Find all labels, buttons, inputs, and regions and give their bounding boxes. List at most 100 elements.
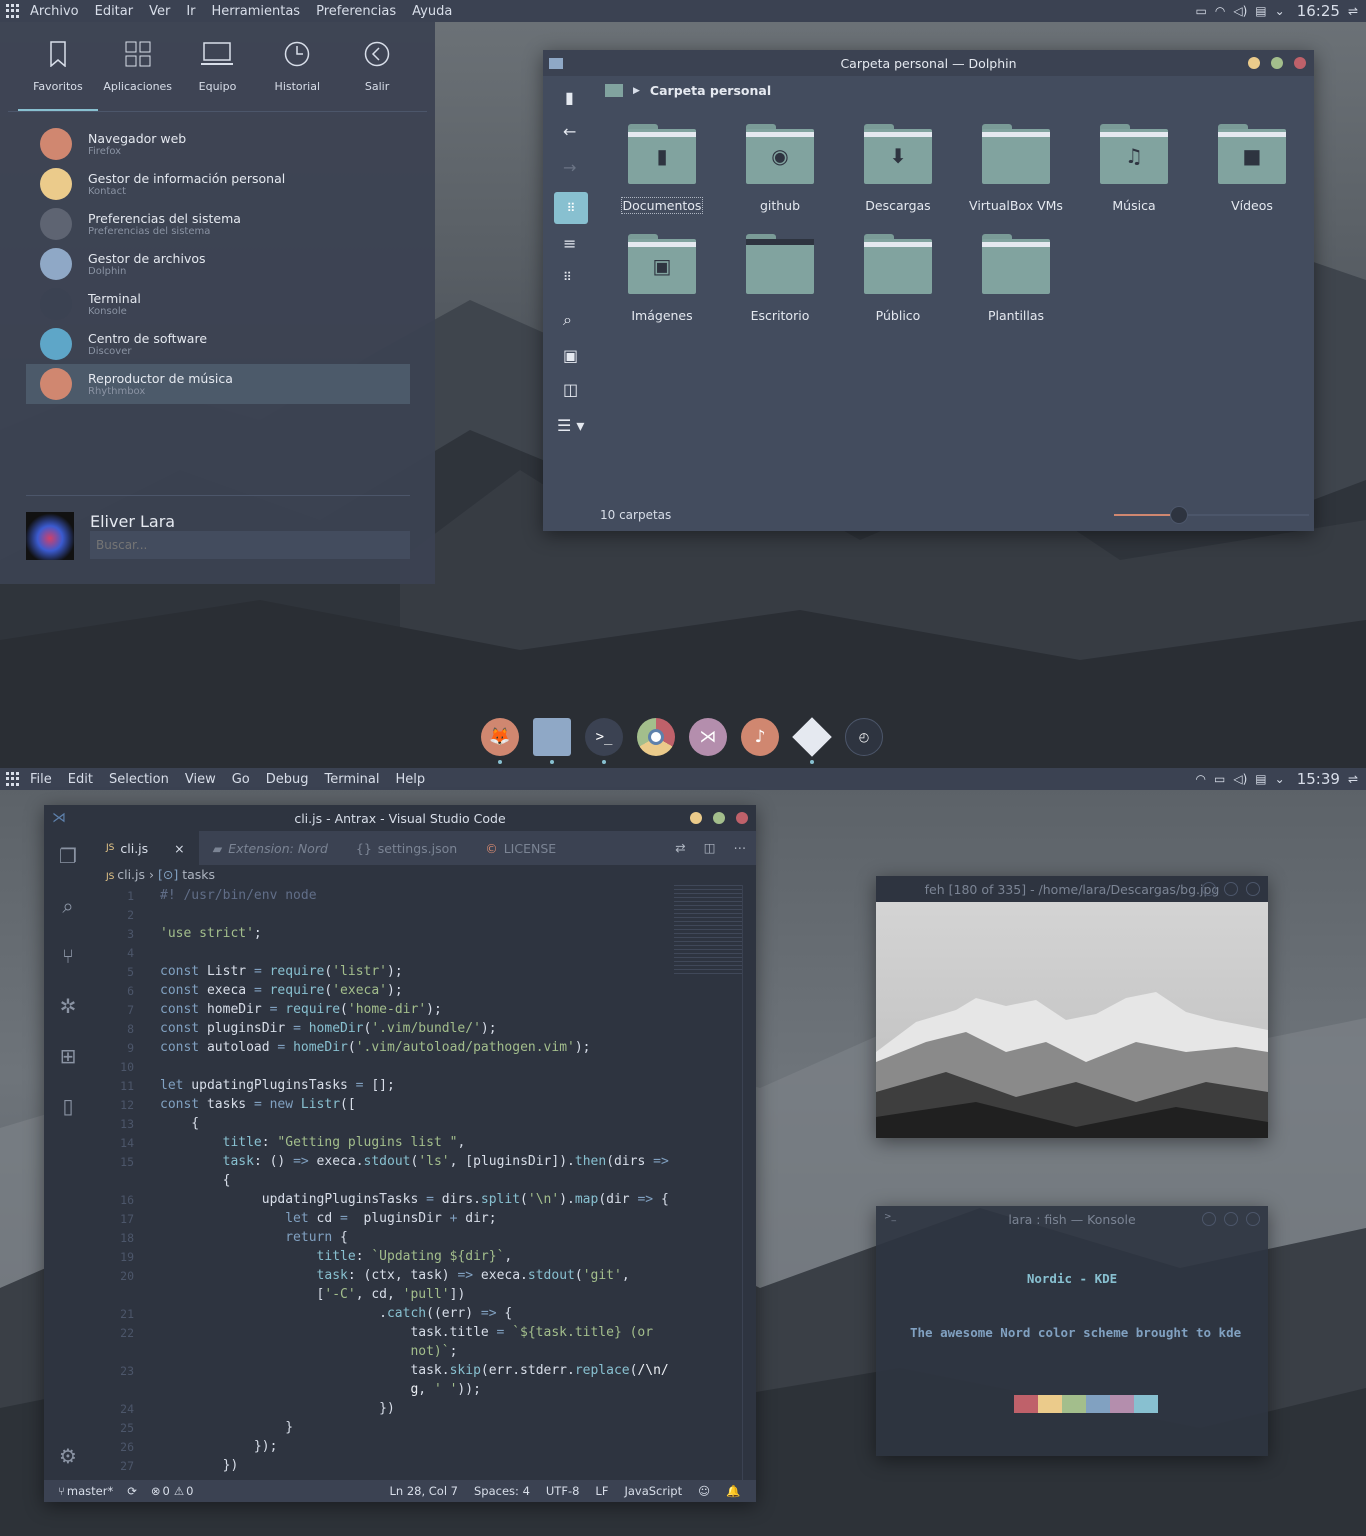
explorer-icon[interactable]: ❐ xyxy=(44,831,92,881)
error-count[interactable]: 0 xyxy=(163,1484,170,1498)
close-button[interactable] xyxy=(1246,1212,1260,1226)
launcher-search-input[interactable] xyxy=(90,531,410,559)
bookmark-icon[interactable]: ▮ xyxy=(565,88,574,107)
app-grid-icon[interactable] xyxy=(6,772,20,786)
split-view-icon[interactable]: ◫ xyxy=(563,380,578,399)
back-icon[interactable]: ← xyxy=(563,122,576,141)
menu-go[interactable]: Go xyxy=(232,772,250,787)
minimap[interactable] xyxy=(674,885,742,975)
tab-license[interactable]: © LICENSE xyxy=(471,831,570,865)
feedback-icon[interactable]: ☺ xyxy=(698,1484,710,1498)
dock-firefox-icon[interactable]: 🦊 xyxy=(481,718,519,764)
folder-item[interactable]: ▮ Documentos xyxy=(603,124,721,214)
tab-historial[interactable]: Historial xyxy=(257,38,337,111)
menu-ver[interactable]: Ver xyxy=(149,4,170,19)
cursor-position[interactable]: Ln 28, Col 7 xyxy=(389,1484,458,1498)
bell-icon[interactable]: 🔔 xyxy=(726,1484,740,1498)
folder-item[interactable]: VirtualBox VMs xyxy=(957,124,1075,213)
clipboard-icon[interactable]: ▤ xyxy=(1255,772,1266,786)
menu-file[interactable]: File xyxy=(30,772,52,787)
tab-cli-js[interactable]: JS cli.js × xyxy=(92,831,199,865)
menu-preferencias[interactable]: Preferencias xyxy=(316,4,396,19)
debug-icon[interactable]: ✲ xyxy=(44,981,92,1031)
menu-editar[interactable]: Editar xyxy=(95,4,134,19)
launcher-item[interactable]: Gestor de información personal Kontact xyxy=(26,164,410,204)
close-icon[interactable]: × xyxy=(174,841,184,856)
details-view-icon[interactable]: ≡ xyxy=(563,234,576,253)
dock-chrome-icon[interactable] xyxy=(637,718,675,756)
menu-herramientas[interactable]: Herramientas xyxy=(212,4,301,19)
icon-view-button[interactable]: ⠿ xyxy=(554,192,588,224)
launcher-item[interactable]: Reproductor de música Rhythmbox xyxy=(26,364,410,404)
compact-view-icon[interactable]: ⠿ xyxy=(563,270,572,284)
minimize-button[interactable] xyxy=(1248,57,1260,69)
folder-item[interactable]: ⬇ Descargas xyxy=(839,124,957,213)
tab-extension-nord[interactable]: ▰ Extension: Nord xyxy=(199,831,342,865)
folder-item[interactable]: Escritorio xyxy=(721,234,839,323)
sync-icon[interactable]: ⟳ xyxy=(127,1484,137,1498)
menu-view[interactable]: View xyxy=(185,772,216,787)
menu-archivo[interactable]: Archivo xyxy=(30,4,79,19)
tab-settings-json[interactable]: {} settings.json xyxy=(342,831,471,865)
maximize-button[interactable] xyxy=(1271,57,1283,69)
menu-debug[interactable]: Debug xyxy=(266,772,309,787)
search-icon[interactable]: ⌕ xyxy=(563,310,572,330)
volume-icon[interactable]: ◁) xyxy=(1233,772,1247,786)
encoding[interactable]: UTF-8 xyxy=(546,1484,580,1498)
breadcrumb-location[interactable]: Carpeta personal xyxy=(650,83,771,98)
menu-ir[interactable]: Ir xyxy=(186,4,195,19)
folder-item[interactable]: ♫ Música xyxy=(1075,124,1193,213)
dock-dolphin-icon[interactable] xyxy=(533,718,571,764)
launcher-item[interactable]: Gestor de archivos Dolphin xyxy=(26,244,410,284)
language-mode[interactable]: JavaScript xyxy=(624,1484,682,1498)
close-button[interactable] xyxy=(1294,57,1306,69)
tab-aplicaciones[interactable]: Aplicaciones xyxy=(98,38,178,111)
menu-icon[interactable]: ☰ ▾ xyxy=(557,416,584,435)
more-icon[interactable]: ⋯ xyxy=(734,840,747,855)
panel-settings-icon[interactable]: ⇌ xyxy=(1348,772,1358,786)
search-icon[interactable]: ⌕ xyxy=(44,881,92,931)
tab-favoritos[interactable]: Favoritos xyxy=(18,38,98,111)
breadcrumb-file[interactable]: cli.js xyxy=(117,867,145,882)
chevron-down-icon[interactable]: ⌄ xyxy=(1275,4,1285,18)
home-icon[interactable] xyxy=(605,84,623,97)
wifi-icon[interactable]: ◠ xyxy=(1215,4,1225,18)
clock[interactable]: 16:25 xyxy=(1297,2,1340,20)
menu-ayuda[interactable]: Ayuda xyxy=(412,4,452,19)
menu-selection[interactable]: Selection xyxy=(109,772,169,787)
menu-help[interactable]: Help xyxy=(395,772,425,787)
split-editor-icon[interactable]: ◫ xyxy=(704,840,716,855)
extensions-icon[interactable]: ⊞ xyxy=(44,1031,92,1081)
dock-clock-icon[interactable]: ◴ xyxy=(845,718,883,756)
scrollbar[interactable] xyxy=(742,885,756,1480)
folder-item[interactable]: ▣ Imágenes xyxy=(603,234,721,323)
warning-count[interactable]: 0 xyxy=(186,1484,193,1498)
launcher-item[interactable]: Terminal Konsole xyxy=(26,284,410,324)
launcher-item[interactable]: Preferencias del sistema Preferencias del… xyxy=(26,204,410,244)
bookmark-icon[interactable]: ▯ xyxy=(44,1081,92,1131)
compare-icon[interactable]: ⇄ xyxy=(675,840,685,855)
minimize-button[interactable] xyxy=(690,812,702,824)
zoom-slider-handle[interactable] xyxy=(1170,506,1188,524)
git-branch[interactable]: master* xyxy=(67,1484,113,1498)
folder-item[interactable]: ◉ github xyxy=(721,124,839,213)
breadcrumb-symbol[interactable]: tasks xyxy=(182,867,215,882)
close-button[interactable] xyxy=(736,812,748,824)
dock-vscode-icon[interactable]: ⋊ xyxy=(689,718,727,756)
dock-settings-icon[interactable] xyxy=(792,717,832,764)
konsole-titlebar[interactable]: >_ lara : fish — Konsole xyxy=(876,1206,1268,1232)
battery-icon[interactable]: ▭ xyxy=(1214,772,1225,786)
close-button[interactable] xyxy=(1246,882,1260,896)
dock-music-icon[interactable]: ♪ xyxy=(741,718,779,756)
launcher-item[interactable]: Centro de software Discover xyxy=(26,324,410,364)
folder-item[interactable]: Plantillas xyxy=(957,234,1075,323)
tab-salir[interactable]: Salir xyxy=(337,38,417,111)
zoom-slider[interactable] xyxy=(1114,506,1309,524)
source-control-icon[interactable]: ⑂ xyxy=(44,931,92,981)
minimize-button[interactable] xyxy=(1202,882,1216,896)
minimize-button[interactable] xyxy=(1202,1212,1216,1226)
maximize-button[interactable] xyxy=(713,812,725,824)
app-grid-icon[interactable] xyxy=(6,4,20,18)
wifi-icon[interactable]: ◠ xyxy=(1196,772,1206,786)
maximize-button[interactable] xyxy=(1224,882,1238,896)
